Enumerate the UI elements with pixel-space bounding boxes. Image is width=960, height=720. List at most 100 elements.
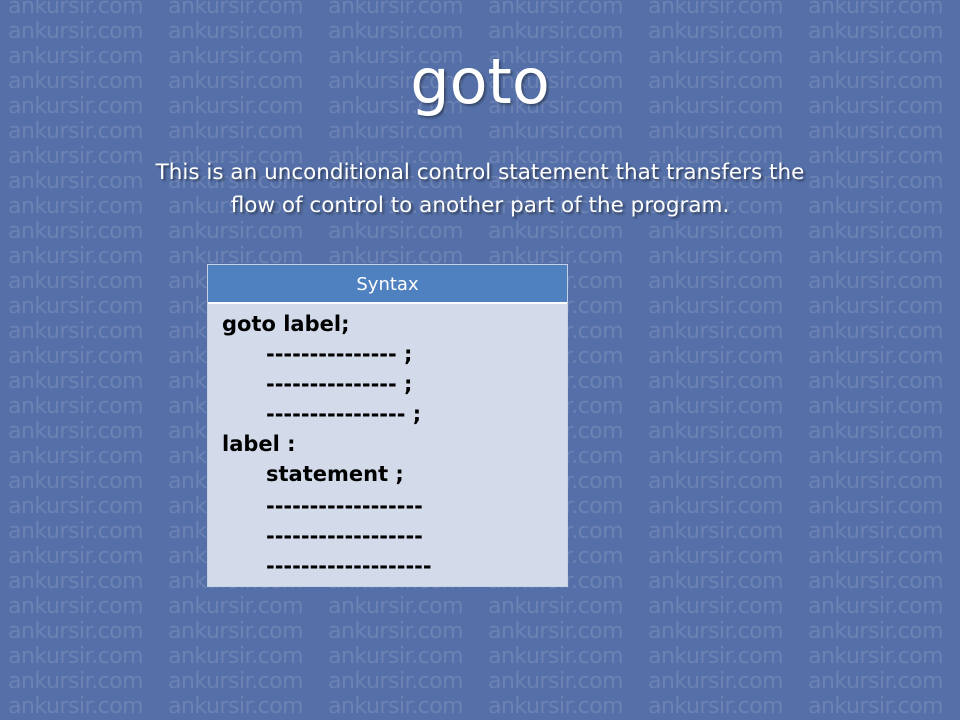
description-line-2: flow of control to another part of the p… [230,193,730,218]
watermark-text: ankursir.com [488,619,624,644]
code-line-placeholder: --------------- ; [266,372,413,396]
watermark-text: ankursir.com [168,694,304,719]
watermark-text: ankursir.com [168,119,304,144]
watermark-text: ankursir.com [488,0,624,19]
watermark-text: ankursir.com [648,219,784,244]
watermark-text: ankursir.com [648,394,784,419]
watermark-text: ankursir.com [808,494,944,519]
watermark-text: ankursir.com [808,694,944,719]
watermark-text: ankursir.com [328,0,464,19]
watermark-text: ankursir.com [8,644,144,669]
watermark-text: ankursir.com [168,19,304,44]
watermark-text: ankursir.com [328,644,464,669]
watermark-text: ankursir.com [648,544,784,569]
watermark-text: ankursir.com [8,344,144,369]
watermark-text: ankursir.com [648,0,784,19]
watermark-text: ankursir.com [648,694,784,719]
watermark-text: ankursir.com [808,469,944,494]
watermark-text: ankursir.com [808,319,944,344]
watermark-text: ankursir.com [328,119,464,144]
watermark-text: ankursir.com [808,219,944,244]
watermark-text: ankursir.com [808,619,944,644]
watermark-text: ankursir.com [648,519,784,544]
watermark-text: ankursir.com [328,594,464,619]
watermark-text: ankursir.com [648,444,784,469]
watermark-text: ankursir.com [8,444,144,469]
watermark-text: ankursir.com [648,469,784,494]
watermark-text: ankursir.com [808,444,944,469]
watermark-text: ankursir.com [8,519,144,544]
watermark-text: ankursir.com [808,519,944,544]
watermark-text: ankursir.com [8,619,144,644]
watermark-text: ankursir.com [168,0,304,19]
watermark-text: ankursir.com [328,619,464,644]
watermark-text: ankursir.com [648,319,784,344]
watermark-text: ankursir.com [648,419,784,444]
watermark-text: ankursir.com [808,344,944,369]
watermark-text: ankursir.com [808,594,944,619]
code-line-placeholder: ------------------- [266,554,432,578]
watermark-text: ankursir.com [808,644,944,669]
watermark-text: ankursir.com [8,394,144,419]
watermark-text: ankursir.com [488,644,624,669]
watermark-text: ankursir.com [808,119,944,144]
syntax-code-body: goto label; --------------- ; ----------… [208,304,567,586]
watermark-text: ankursir.com [488,669,624,694]
watermark-text: ankursir.com [8,669,144,694]
watermark-text: ankursir.com [328,669,464,694]
description-line-1: This is an unconditional control stateme… [155,160,805,185]
watermark-text: ankursir.com [328,19,464,44]
watermark-text: ankursir.com [648,594,784,619]
watermark-text: ankursir.com [8,19,144,44]
watermark-text: ankursir.com [328,219,464,244]
watermark-text: ankursir.com [808,394,944,419]
watermark-text: ankursir.com [8,119,144,144]
watermark-text: ankursir.com [8,569,144,594]
watermark-text: ankursir.com [488,119,624,144]
slide-description: This is an unconditional control stateme… [60,156,900,222]
watermark-text: ankursir.com [648,119,784,144]
watermark-text: ankursir.com [8,469,144,494]
code-line-placeholder: --------------- ; [266,342,413,366]
watermark-text: ankursir.com [488,594,624,619]
watermark-text: ankursir.com [488,219,624,244]
watermark-text: ankursir.com [488,19,624,44]
watermark-text: ankursir.com [8,419,144,444]
watermark-text: ankursir.com [648,669,784,694]
code-line-statement: statement ; [266,462,404,486]
watermark-text: ankursir.com [648,294,784,319]
watermark-text: ankursir.com [8,0,144,19]
watermark-text: ankursir.com [648,369,784,394]
code-line-label: label : [222,432,296,456]
watermark-text: ankursir.com [808,419,944,444]
watermark-text: ankursir.com [808,669,944,694]
code-line-placeholder: ------------------ [266,494,423,518]
watermark-text: ankursir.com [648,494,784,519]
watermark-text: ankursir.com [808,569,944,594]
watermark-text: ankursir.com [648,619,784,644]
watermark-text: ankursir.com [168,644,304,669]
syntax-box: Syntax goto label; --------------- ; ---… [207,264,568,587]
watermark-text: ankursir.com [168,619,304,644]
watermark-text: ankursir.com [808,0,944,19]
slide-title: goto [410,45,550,118]
watermark-text: ankursir.com [8,494,144,519]
code-line-goto: goto label; [222,312,350,336]
watermark-text: ankursir.com [8,369,144,394]
watermark-text: ankursir.com [808,244,944,269]
watermark-text: ankursir.com [648,269,784,294]
watermark-text: ankursir.com [8,544,144,569]
watermark-text: ankursir.com [8,319,144,344]
watermark-text: ankursir.com [8,594,144,619]
watermark-text: ankursir.com [8,244,144,269]
watermark-text: ankursir.com [648,19,784,44]
watermark-text: ankursir.com [168,594,304,619]
watermark-text: ankursir.com [168,669,304,694]
watermark-text: ankursir.com [8,694,144,719]
watermark-text: ankursir.com [648,644,784,669]
watermark-text: ankursir.com [648,244,784,269]
watermark-text: ankursir.com [328,694,464,719]
watermark-text: ankursir.com [808,294,944,319]
watermark-text: ankursir.com [648,569,784,594]
code-line-placeholder: ------------------ [266,524,423,548]
